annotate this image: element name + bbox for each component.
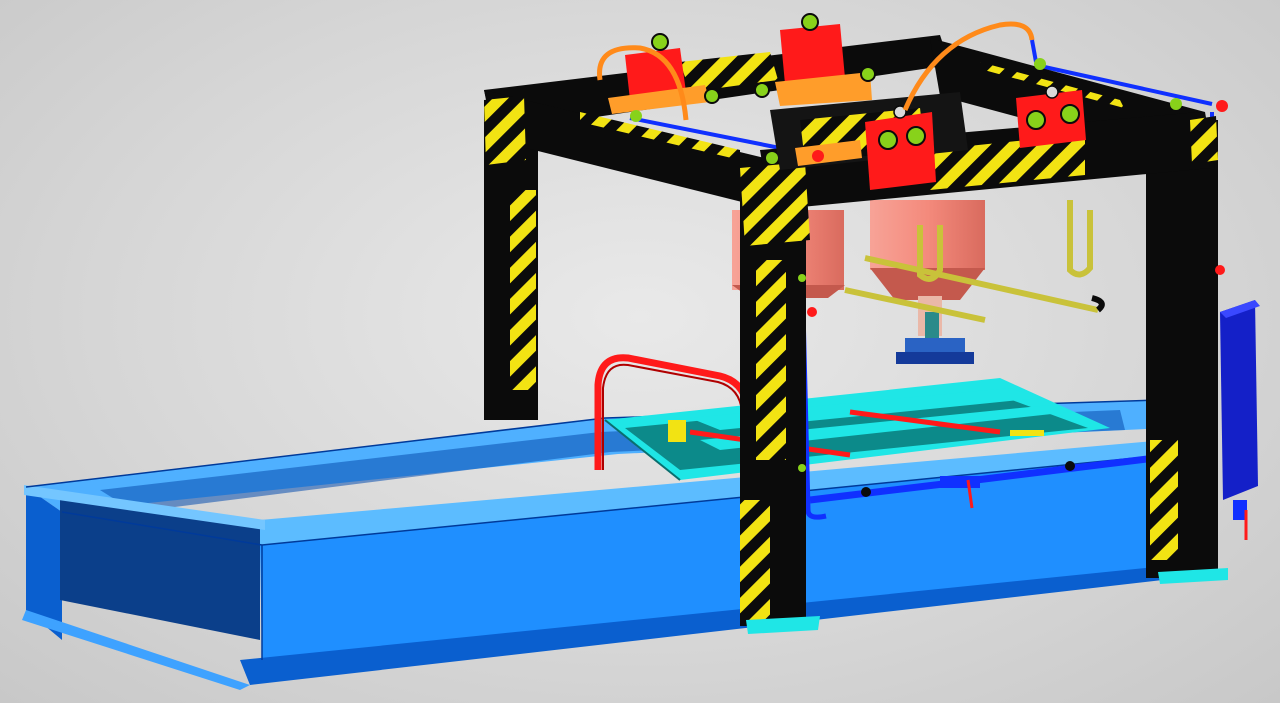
top-gantry-beams xyxy=(484,35,1218,246)
front-right-leg xyxy=(1146,120,1228,584)
control-cabinet[interactable] xyxy=(1220,300,1260,540)
press-head xyxy=(896,338,974,364)
3d-model-viewport[interactable] xyxy=(0,0,1280,703)
